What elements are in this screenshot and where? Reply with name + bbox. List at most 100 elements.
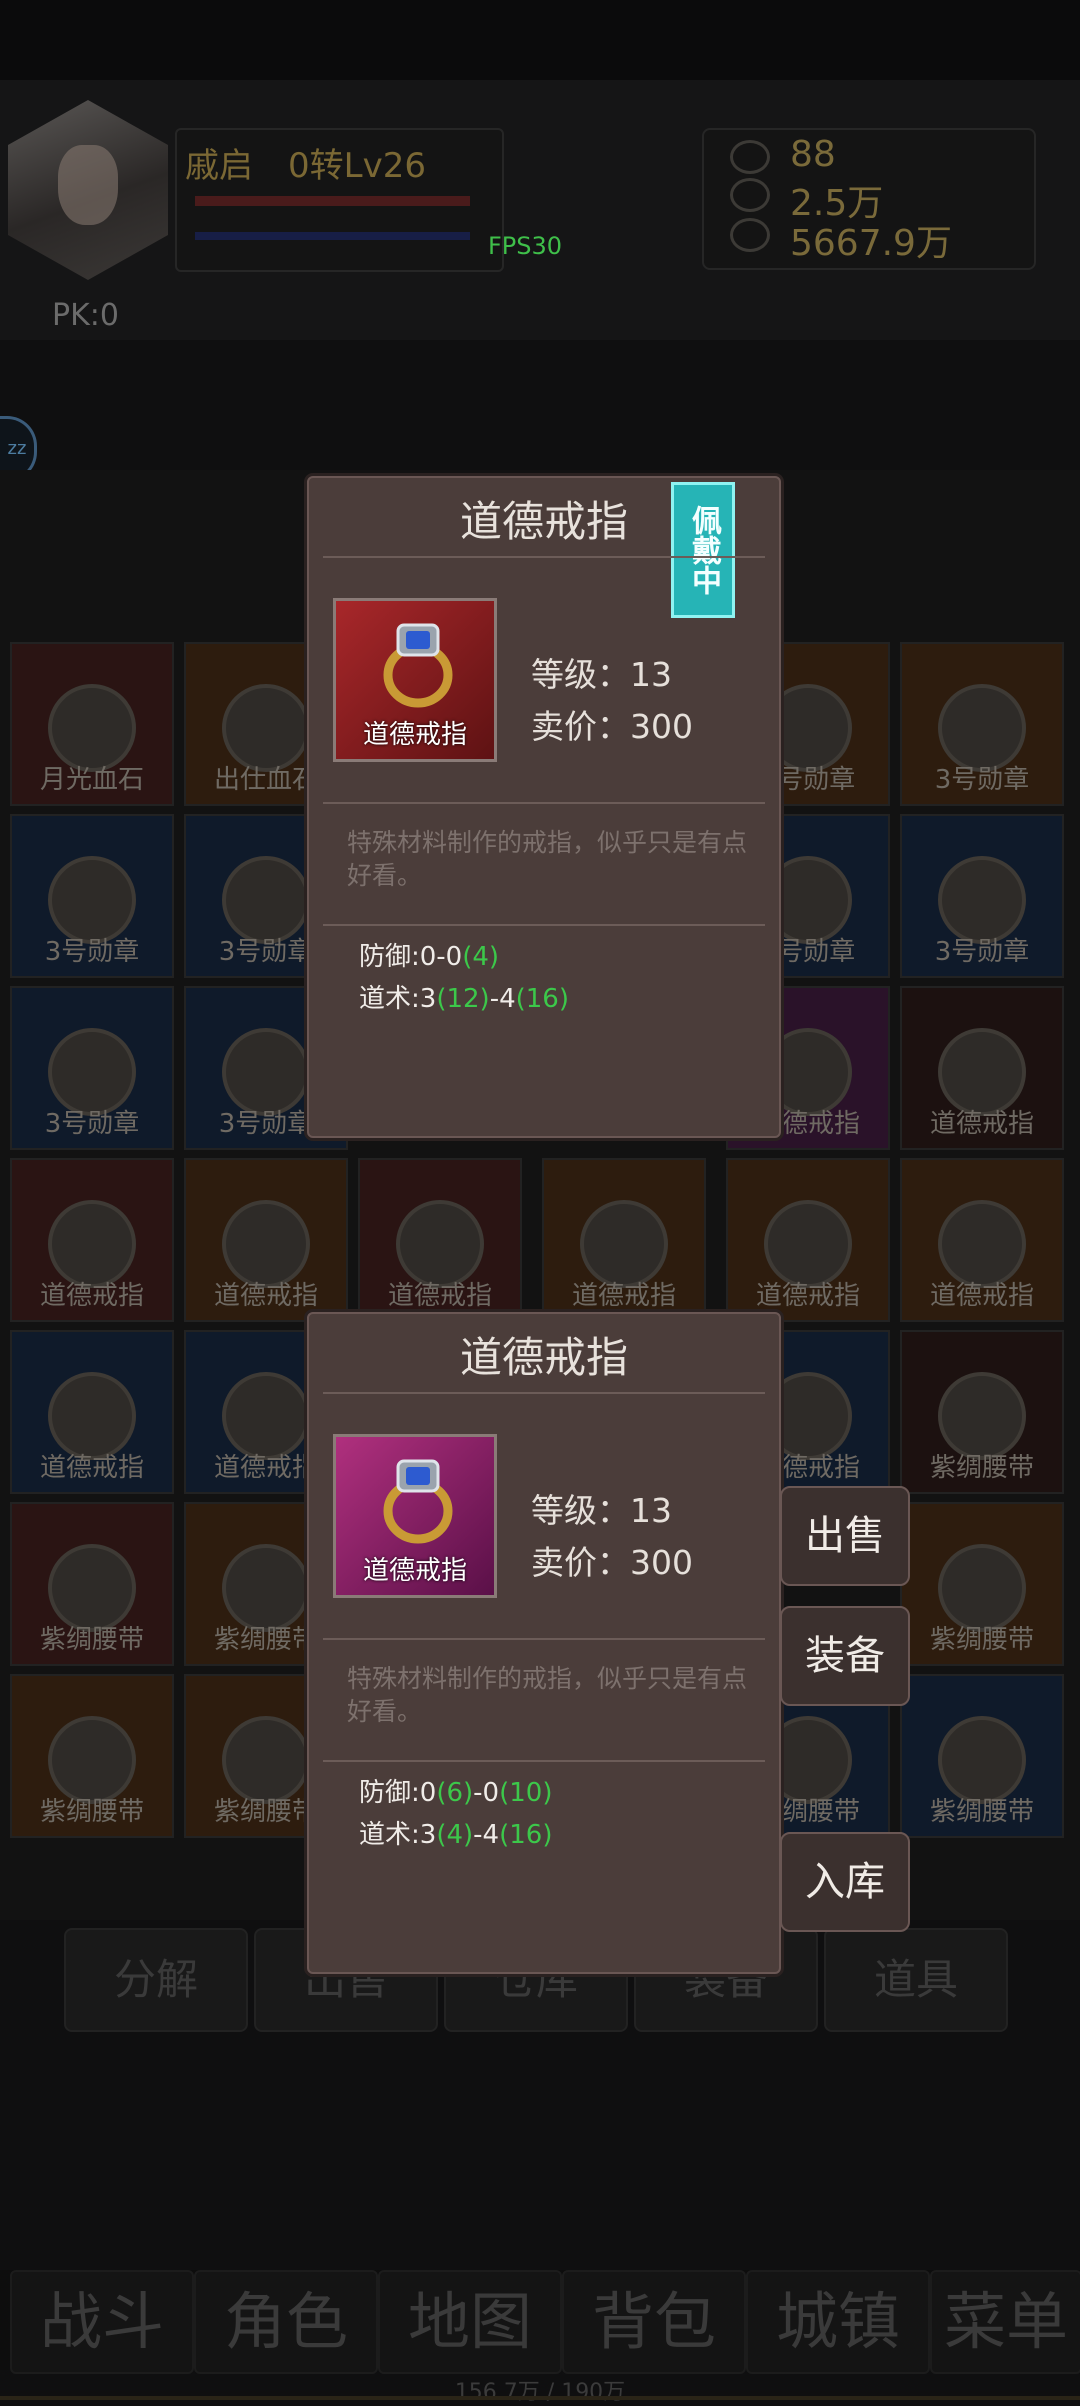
tao-bonus-max: (16) — [499, 1820, 553, 1850]
inventory-slot[interactable]: 3号勋章 — [900, 642, 1064, 806]
slot-label: 道德戒指 — [929, 1281, 1034, 1311]
nav-menu[interactable]: 菜单 — [930, 2270, 1080, 2374]
defense-max: -0 — [473, 1778, 500, 1808]
tao-max: -4 — [489, 984, 516, 1014]
pk-value: PK:0 — [52, 298, 119, 333]
ring-icon — [383, 1459, 453, 1544]
hp-bar — [195, 196, 470, 206]
status-strip — [0, 0, 1080, 80]
inventory-slot[interactable]: 道德戒指 — [900, 1158, 1064, 1322]
inventory-slot[interactable]: 道德戒指 — [184, 1158, 348, 1322]
nav-character[interactable]: 角色 — [194, 2270, 378, 2374]
player-level: 0转Lv26 — [288, 146, 426, 186]
item-icon-label: 道德戒指 — [362, 720, 467, 750]
nav-town[interactable]: 城镇 — [746, 2270, 930, 2374]
inventory-slot[interactable]: 紫绸腰带 — [900, 1502, 1064, 1666]
nav-battle[interactable]: 战斗 — [10, 2270, 194, 2374]
defense-stat: 防御:0-0(4) — [359, 936, 499, 973]
tab-props[interactable]: 道具 — [824, 1928, 1008, 2032]
mp-bar — [195, 232, 470, 240]
slot-label: 道德戒指 — [39, 1281, 144, 1311]
slot-label: 3号勋章 — [934, 937, 1030, 967]
slot-label: 紫绸腰带 — [929, 1625, 1034, 1655]
inventory-slot[interactable]: 3号勋章 — [900, 814, 1064, 978]
defense-base: 防御:0 — [359, 1778, 437, 1808]
player-name: 戚启 — [185, 146, 253, 186]
slot-label: 3号勋章 — [44, 937, 140, 967]
popup-title: 道德戒指 — [459, 1333, 628, 1382]
equipped-item-popup: 道德戒指 佩戴中 道德戒指 等级：13 卖价：300 特殊材料制作的戒指，似乎只… — [307, 476, 781, 1138]
ring-icon — [383, 623, 453, 708]
divider — [323, 1638, 765, 1640]
slot-label: 紫绸腰带 — [929, 1453, 1034, 1483]
inventory-slot[interactable]: 月光血石 — [10, 642, 174, 806]
inventory-slot[interactable]: 紫绸腰带 — [900, 1330, 1064, 1494]
slot-label: 3号勋章 — [934, 765, 1030, 795]
equipped-badge: 佩戴中 — [671, 482, 735, 618]
tao-stat: 道术:3(12)-4(16) — [359, 978, 569, 1015]
inventory-slot[interactable]: 道德戒指 — [900, 986, 1064, 1150]
inventory-slot[interactable]: 紫绸腰带 — [10, 1502, 174, 1666]
slot-label: 道德戒指 — [39, 1453, 144, 1483]
store-button[interactable]: 入库 — [780, 1832, 910, 1932]
exp-text: 156.7万 / 190万 — [454, 2380, 626, 2405]
tao-bonus-min: (4) — [436, 1820, 474, 1850]
ingot-icon — [730, 140, 770, 174]
defense-bonus-max: (10) — [499, 1778, 553, 1808]
item-icon-box: 道德戒指 — [333, 1434, 497, 1598]
item-level: 等级：13 — [531, 1491, 672, 1530]
slot-label: 道德戒指 — [929, 1109, 1034, 1139]
item-icon-label: 道德戒指 — [362, 1556, 467, 1586]
inventory-slot[interactable]: 道德戒指 — [10, 1158, 174, 1322]
divider — [323, 802, 765, 804]
slot-label: 紫绸腰带 — [39, 1625, 144, 1655]
slot-label: 道德戒指 — [571, 1281, 676, 1311]
bound-ingot-icon — [730, 178, 770, 212]
item-description: 特殊材料制作的戒指，似乎只是有点好看。 — [347, 1664, 748, 1726]
nav-bag[interactable]: 背包 — [562, 2270, 746, 2374]
bottom-nav: 战斗 角色 地图 背包 城镇 菜单 — [0, 2270, 1080, 2374]
tao-stat: 道术:3(4)-4(16) — [359, 1814, 552, 1851]
inventory-slot[interactable]: 道德戒指 — [10, 1330, 174, 1494]
defense-stat: 防御:0(6)-0(10) — [359, 1772, 552, 1809]
slot-label: 道德戒指 — [755, 1281, 860, 1311]
divider — [323, 1760, 765, 1762]
resource-ingot: 88 — [790, 134, 836, 175]
divider — [323, 556, 765, 558]
avatar-face — [58, 145, 118, 225]
tab-decompose[interactable]: 分解 — [64, 1928, 248, 2032]
resource-gold: 5667.9万 — [790, 223, 952, 264]
inventory-slot[interactable]: 道德戒指 — [726, 1158, 890, 1322]
divider — [323, 1392, 765, 1394]
sell-button[interactable]: 出售 — [780, 1486, 910, 1586]
fps-counter: FPS30 — [488, 232, 563, 260]
item-icon-box: 道德戒指 — [333, 598, 497, 762]
tao-base: 道术:3 — [359, 984, 437, 1014]
item-level: 等级：13 — [531, 655, 672, 694]
inventory-slot[interactable]: 紫绸腰带 — [10, 1674, 174, 1838]
defense-bonus-min: (6) — [436, 1778, 474, 1808]
slot-label: 3号勋章 — [44, 1109, 140, 1139]
item-description: 特殊材料制作的戒指，似乎只是有点好看。 — [347, 828, 748, 890]
inventory-slot[interactable]: 紫绸腰带 — [900, 1674, 1064, 1838]
slot-label: 月光血石 — [39, 765, 144, 795]
item-price: 卖价：300 — [531, 707, 693, 746]
nav-map[interactable]: 地图 — [378, 2270, 562, 2374]
slot-label: 紫绸腰带 — [39, 1797, 144, 1827]
slot-label: 道德戒指 — [213, 1281, 318, 1311]
divider — [323, 924, 765, 926]
tao-bonus-min: (12) — [436, 984, 490, 1014]
inventory-slot[interactable]: 道德戒指 — [542, 1158, 706, 1322]
bag-item-popup: 道德戒指 道德戒指 等级：13 卖价：300 特殊材料制作的戒指，似乎只是有点好… — [307, 1312, 781, 1974]
inventory-slot[interactable]: 3号勋章 — [10, 814, 174, 978]
item-price: 卖价：300 — [531, 1543, 693, 1582]
gold-coin-icon — [730, 218, 770, 252]
inventory-slot[interactable]: 3号勋章 — [10, 986, 174, 1150]
tao-max: -4 — [473, 1820, 500, 1850]
inventory-slot[interactable]: 道德戒指 — [358, 1158, 522, 1322]
defense-bonus: (4) — [462, 942, 500, 972]
equip-button[interactable]: 装备 — [780, 1606, 910, 1706]
slot-label: 紫绸腰带 — [929, 1797, 1034, 1827]
slot-label: 道德戒指 — [387, 1281, 492, 1311]
defense-base: 防御:0-0 — [359, 942, 463, 972]
